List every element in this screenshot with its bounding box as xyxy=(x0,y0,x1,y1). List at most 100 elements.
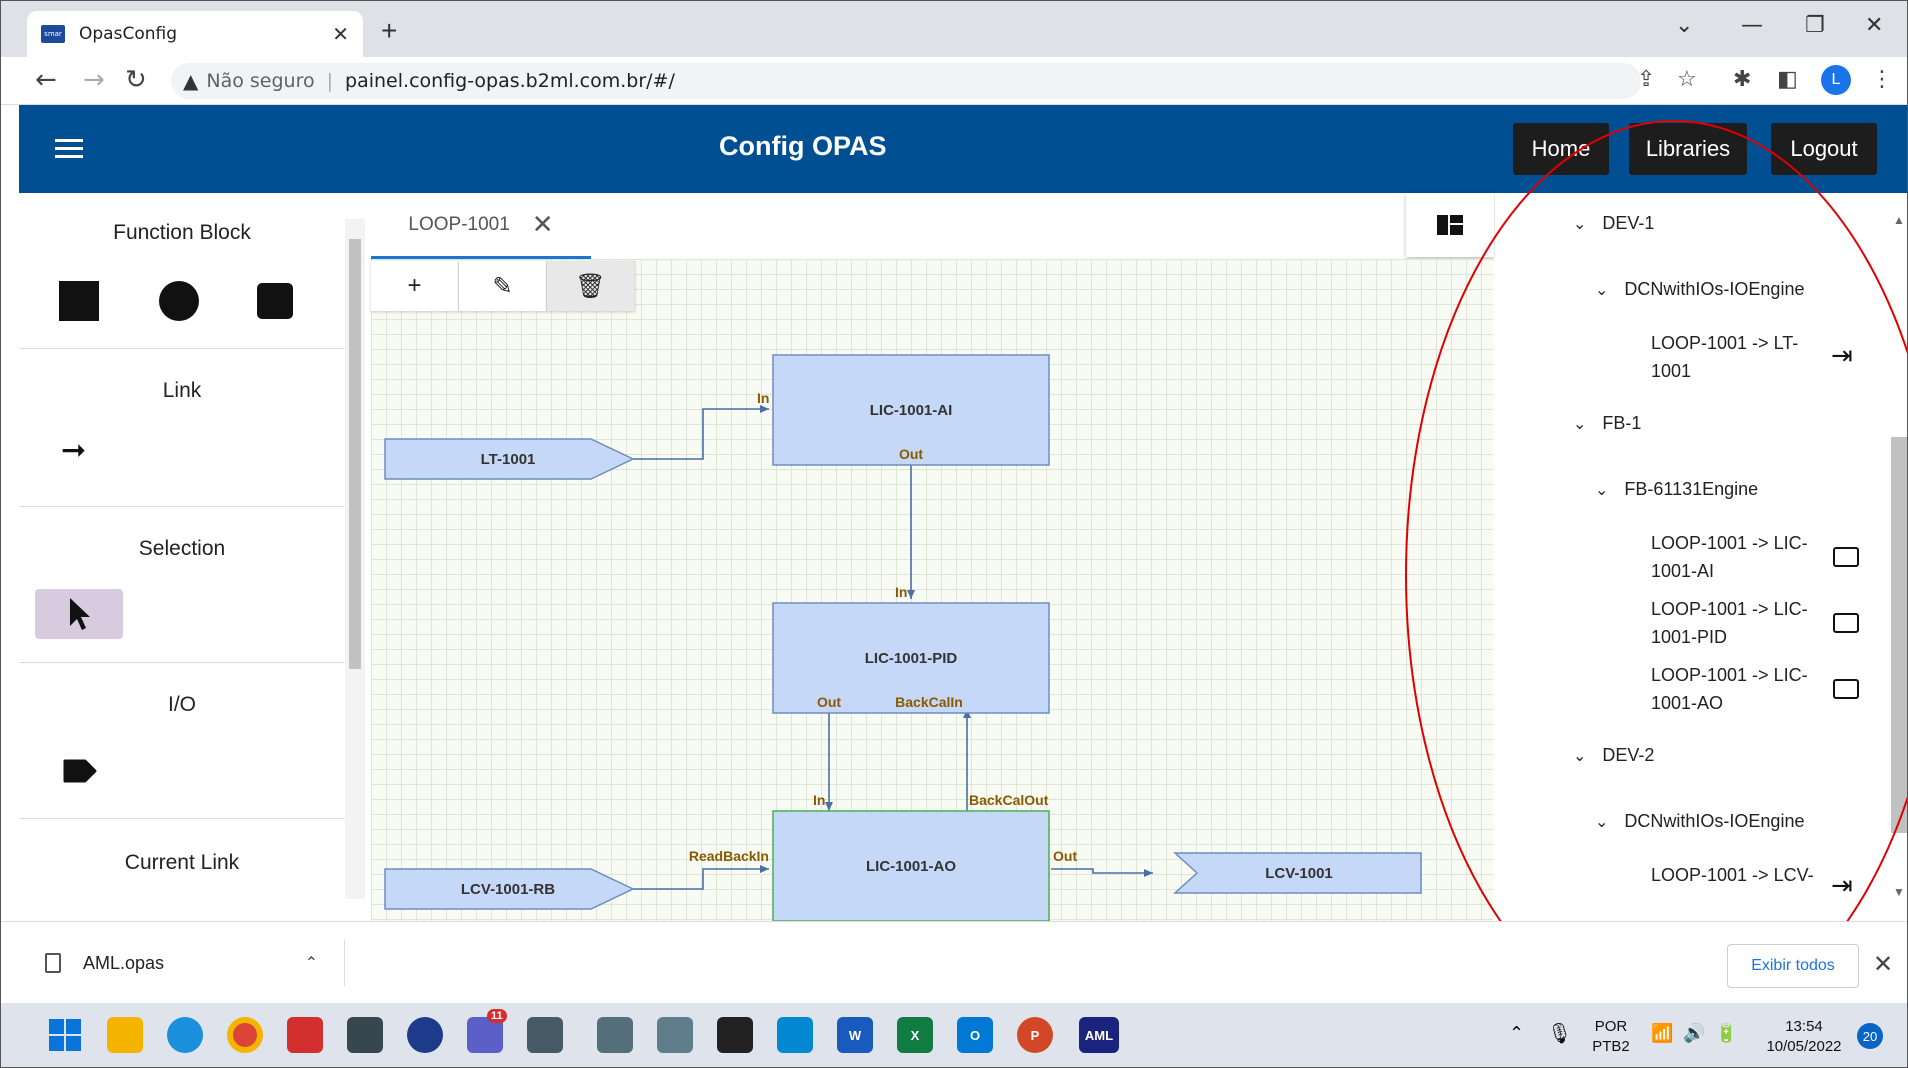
tab-label: LOOP-1001 xyxy=(408,213,510,235)
libraries-button[interactable]: Libraries xyxy=(1629,123,1747,175)
paint-app-icon[interactable] xyxy=(777,1017,813,1053)
wifi-icon[interactable]: 📶 xyxy=(1651,1023,1673,1044)
microphone-icon[interactable]: 🎙 xyxy=(1547,1021,1572,1046)
home-button[interactable]: Home xyxy=(1513,123,1609,175)
security-app-icon[interactable] xyxy=(657,1017,693,1053)
address-bar[interactable]: ▲ Não seguro | painel.config-opas.b2ml.c… xyxy=(171,63,1641,99)
menu-dots-icon[interactable]: ⋮ xyxy=(1871,67,1893,92)
arrow-link-icon[interactable]: ➞ xyxy=(61,433,86,468)
block-icon[interactable] xyxy=(1833,679,1859,699)
address-separator: | xyxy=(326,70,334,92)
io-tag-icon[interactable] xyxy=(63,759,97,783)
export-icon[interactable]: ⇥ xyxy=(1831,871,1853,895)
close-tab-icon[interactable]: ✕ xyxy=(332,22,349,47)
rounded-block-icon[interactable] xyxy=(257,283,293,319)
aml-app-icon[interactable]: AML xyxy=(1079,1017,1119,1053)
webex-icon[interactable] xyxy=(407,1017,443,1053)
selection-tool-button[interactable] xyxy=(35,589,123,639)
circle-block-icon[interactable] xyxy=(159,281,199,321)
cube-app-icon[interactable] xyxy=(527,1017,563,1053)
outlook-icon[interactable]: O xyxy=(957,1017,993,1053)
profile-avatar[interactable]: L xyxy=(1821,65,1851,95)
tree-leaf-lic-1001-pid[interactable]: LOOP-1001 -> LIC-1001-PID xyxy=(1651,595,1831,651)
scroll-up-icon[interactable]: ▲ xyxy=(1893,213,1905,227)
tree-node-label: DCNwithIOs-IOEngine xyxy=(1624,811,1805,831)
clock[interactable]: 13:54 10/05/2022 xyxy=(1759,1017,1849,1057)
edge-icon[interactable] xyxy=(167,1017,203,1053)
palette-scrollbar[interactable] xyxy=(345,219,365,899)
square-block-icon[interactable] xyxy=(59,281,99,321)
xp-app-icon[interactable] xyxy=(597,1017,633,1053)
powerpoint-icon[interactable]: P xyxy=(1017,1017,1053,1053)
app-icon-red[interactable] xyxy=(287,1017,323,1053)
window-close-button[interactable]: ✕ xyxy=(1865,13,1883,38)
cursor-arrow-icon xyxy=(70,598,90,630)
close-tab-loop-icon[interactable]: ✕ xyxy=(532,209,554,240)
delete-button[interactable]: 🗑 xyxy=(547,261,635,311)
word-icon[interactable]: W xyxy=(837,1017,873,1053)
screen: { "browser": { "tab_title": "OpasConfig"… xyxy=(0,0,1908,1068)
excel-icon[interactable]: X xyxy=(897,1017,933,1053)
port-ao-in: In xyxy=(813,792,825,808)
tree-node-dev-1[interactable]: ⌄ DEV-1 xyxy=(1573,213,1654,234)
chevron-down-icon: ⌄ xyxy=(1595,280,1609,299)
volume-icon[interactable]: 🔊 xyxy=(1683,1023,1705,1044)
tree-leaf-lic-1001-ai[interactable]: LOOP-1001 -> LIC-1001-AI xyxy=(1651,529,1831,585)
terminal-icon[interactable] xyxy=(717,1017,753,1053)
reload-icon[interactable]: ↻ xyxy=(125,65,147,95)
add-button[interactable]: + xyxy=(371,261,459,311)
layout-toggle-button[interactable] xyxy=(1406,193,1494,257)
bookmark-star-icon[interactable]: ☆ xyxy=(1677,67,1697,92)
link-lt-to-ai[interactable] xyxy=(631,405,769,460)
fb-node-lic-1001-pid-label: LIC-1001-PID xyxy=(865,650,958,667)
chevron-up-icon[interactable]: ⌃ xyxy=(305,953,318,973)
browser-tab-title: OpasConfig xyxy=(79,24,177,44)
forward-icon[interactable]: → xyxy=(83,65,105,95)
device-tree-panel: ⌄ DEV-1 ⌄ DCNwithIOs-IOEngine LOOP-1001 ->… xyxy=(1495,193,1907,921)
export-icon[interactable]: ⇥ xyxy=(1831,341,1853,371)
tree-node-dev2-engine[interactable]: ⌄ DCNwithIOs-IOEngine xyxy=(1595,811,1804,832)
download-item[interactable]: AML.opas ⌃ xyxy=(45,940,345,986)
close-downloads-icon[interactable]: ✕ xyxy=(1873,950,1893,979)
back-icon[interactable]: ← xyxy=(35,65,57,95)
edit-button[interactable]: ✎ xyxy=(459,261,547,311)
battery-icon[interactable]: 🔋 xyxy=(1715,1023,1737,1044)
tray-expand-icon[interactable]: ⌃ xyxy=(1509,1023,1524,1044)
downloads-bar: AML.opas ⌃ Exibir todos ✕ xyxy=(1,921,1907,1003)
browser-tab[interactable]: smar OpasConfig ✕ xyxy=(27,11,363,57)
link-ao-to-lcv[interactable] xyxy=(1051,868,1153,877)
tree-leaf-lic-1001-ao[interactable]: LOOP-1001 -> LIC-1001-AO xyxy=(1651,661,1831,717)
hamburger-menu-icon[interactable] xyxy=(55,139,83,159)
tree-leaf-lt-1001[interactable]: LOOP-1001 -> LT-1001 xyxy=(1651,329,1831,385)
app-icon-snip[interactable] xyxy=(347,1017,383,1053)
tree-node-dev-2[interactable]: ⌄ DEV-2 xyxy=(1573,745,1654,766)
block-icon[interactable] xyxy=(1833,613,1859,633)
taskbar: 11 W X O P AML ⌃ 🎙 POR PTB2 📶 🔊 🔋 13:54 … xyxy=(1,1003,1907,1067)
tree-node-fb-1[interactable]: ⌄ FB-1 xyxy=(1573,413,1641,434)
tree-node-fb1-engine[interactable]: ⌄ FB-61131Engine xyxy=(1595,479,1758,500)
new-tab-button[interactable]: + xyxy=(381,15,397,47)
teams-icon[interactable]: 11 xyxy=(467,1009,507,1053)
logout-button[interactable]: Logout xyxy=(1771,123,1877,175)
block-icon[interactable] xyxy=(1833,547,1859,567)
keyboard-layout: PTB2 xyxy=(1592,1038,1630,1055)
share-icon[interactable]: ⇪ xyxy=(1637,67,1655,92)
minimize-button[interactable]: — xyxy=(1741,13,1763,38)
tab-loop-1001[interactable]: LOOP-1001 ✕ xyxy=(371,193,591,259)
extensions-icon[interactable]: ✱ xyxy=(1733,67,1751,92)
notifications-badge[interactable]: 20 xyxy=(1857,1023,1883,1049)
scroll-down-icon[interactable]: ▼ xyxy=(1893,885,1905,899)
tree-leaf-lcv-1001-rb[interactable]: LOOP-1001 -> LCV-1001-RB xyxy=(1651,861,1831,895)
tab-search-icon[interactable]: ⌄ xyxy=(1675,13,1693,38)
chrome-icon[interactable] xyxy=(227,1017,263,1053)
language-indicator[interactable]: POR PTB2 xyxy=(1591,1017,1631,1057)
windows-start-icon[interactable] xyxy=(47,1017,83,1053)
io-node-lcv-1001-label: LCV-1001 xyxy=(1265,865,1333,882)
tree-scrollbar[interactable]: ▲ ▼ xyxy=(1889,213,1907,903)
show-all-downloads-button[interactable]: Exibir todos xyxy=(1727,944,1859,988)
restore-button[interactable]: ❐ xyxy=(1805,13,1825,38)
link-rb-to-ao[interactable] xyxy=(631,865,769,890)
side-panel-icon[interactable]: ◧ xyxy=(1777,67,1798,92)
tree-node-dev1-engine[interactable]: ⌄ DCNwithIOs-IOEngine xyxy=(1595,279,1804,300)
file-explorer-icon[interactable] xyxy=(107,1017,143,1053)
